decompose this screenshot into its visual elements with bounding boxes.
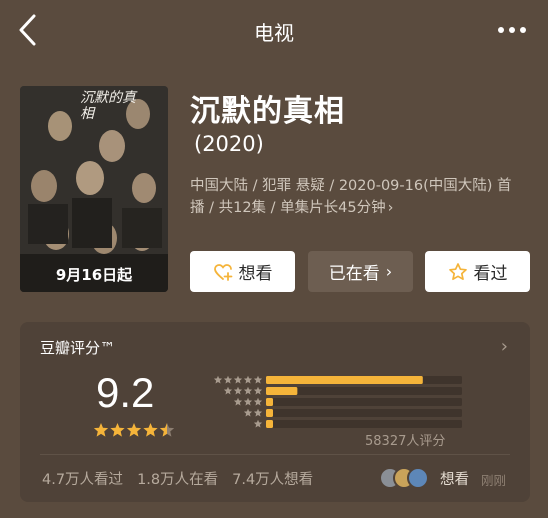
rating-star [159, 423, 175, 437]
rating-card[interactable]: 豆瓣评分™ › 9.2 58327人评分 4.7万人看过 1.8万人在看 7.4… [20, 322, 530, 502]
friends-time: 刚刚 [481, 473, 507, 488]
watching-button-label: 已在看 [328, 264, 380, 284]
rating-star [126, 423, 142, 437]
want-button[interactable]: 想看 [190, 251, 295, 292]
distribution-bar-2-star [266, 409, 273, 417]
distribution-star [213, 375, 223, 384]
distribution-star [253, 397, 263, 406]
show-meta[interactable]: 中国大陆 / 犯罪 悬疑 / 2020-09-16(中国大陆) 首播 / 共12… [190, 175, 520, 219]
stat-watching[interactable]: 1.8万人在看 [137, 468, 218, 489]
show-poster[interactable]: 沉默的真相 9月16日起 [20, 86, 168, 292]
distribution-star [223, 386, 233, 395]
distribution-star [233, 397, 243, 406]
rating-stars [93, 423, 175, 437]
page-title: 电视 [254, 21, 294, 45]
watch-stats: 4.7万人看过 1.8万人在看 7.4万人想看 [42, 468, 313, 489]
distribution-star [253, 386, 263, 395]
star-outline-icon [448, 262, 467, 280]
distribution-bar-3-star [266, 398, 273, 406]
show-meta-text: 中国大陆 / 犯罪 悬疑 / 2020-09-16(中国大陆) 首播 / 共12… [190, 178, 512, 216]
chevron-right-icon: › [387, 200, 394, 216]
watching-button[interactable]: 已在看 › [308, 251, 413, 292]
distribution-bar-4-star [266, 387, 298, 395]
distribution-track [266, 420, 462, 428]
want-button-label: 想看 [238, 264, 273, 284]
watched-button[interactable]: 看过 [425, 251, 530, 292]
show-title: 沉默的真相 [190, 94, 345, 129]
nav-header: 电视 [0, 0, 548, 62]
stat-want[interactable]: 7.4万人想看 [232, 468, 313, 489]
rating-star [93, 423, 109, 437]
distribution-star [253, 375, 263, 384]
chevron-right-icon[interactable]: › [501, 336, 508, 357]
distribution-star [223, 375, 233, 384]
divider [40, 454, 510, 455]
distribution-bar-1-star [266, 420, 273, 428]
distribution-star [243, 408, 253, 417]
stat-watched[interactable]: 4.7万人看过 [42, 468, 123, 489]
distribution-track [266, 409, 462, 417]
distribution-star [233, 375, 243, 384]
distribution-bar-5-star [266, 376, 423, 384]
chevron-right-icon: › [385, 262, 393, 281]
more-dots-icon[interactable] [496, 20, 528, 40]
poster-date: 9月16日起 [55, 266, 133, 284]
rating-star [110, 423, 125, 437]
poster-title-art: 沉默的真相 [80, 90, 136, 122]
distribution-star [233, 386, 243, 395]
rating-header: 豆瓣评分™ [40, 339, 116, 357]
distribution-track [266, 398, 462, 406]
watched-button-label: 看过 [473, 264, 508, 284]
heart-plus-icon [213, 263, 232, 281]
distribution-star [243, 375, 253, 384]
show-year: (2020) [194, 132, 264, 156]
friends-label: 想看 [440, 472, 469, 488]
rating-count: 58327人评分 [365, 434, 446, 449]
friend-avatars[interactable] [378, 466, 434, 490]
distribution-star [253, 419, 263, 428]
rating-score: 9.2 [96, 369, 155, 416]
distribution-star [253, 408, 263, 417]
rating-star [143, 423, 158, 437]
distribution-star [243, 397, 253, 406]
distribution-star [243, 386, 253, 395]
